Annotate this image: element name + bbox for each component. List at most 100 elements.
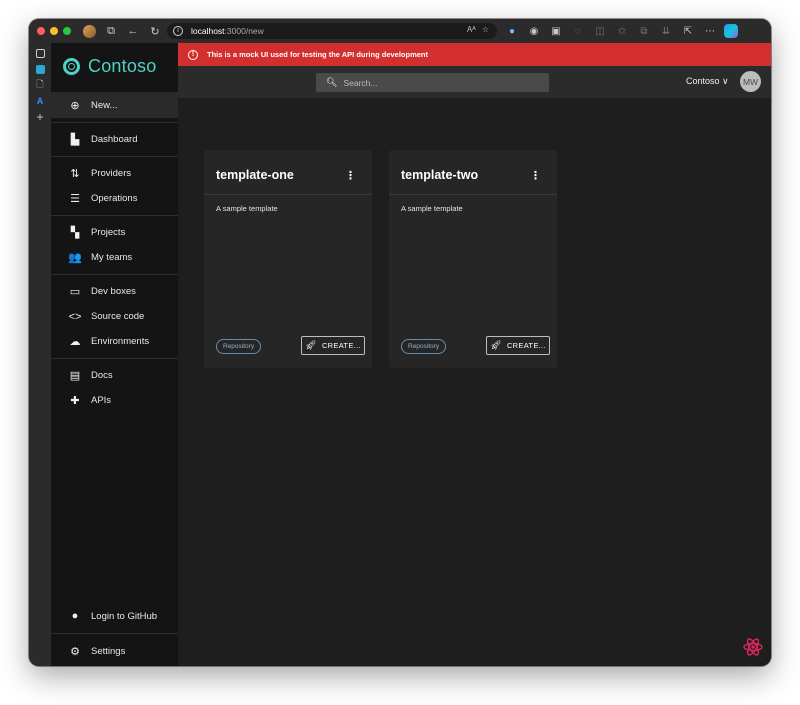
maximize-window-button[interactable] (63, 27, 71, 35)
sidebar-item-apis[interactable]: ✚ APIs (51, 388, 178, 413)
tabs-icon[interactable]: ⧉ (102, 25, 120, 38)
sidebar-item-projects[interactable]: ▚ Projects (51, 220, 178, 245)
browser-window: ⧉ ← ↻ i localhost:3000/new Aᴬ ☆ ● ◉ ▣ ◌ … (29, 19, 771, 666)
sidebar-footer: ● Login to GitHub ⚙ Settings (51, 601, 178, 666)
sidebar-item-label: Providers (91, 168, 132, 179)
address-bar[interactable]: i localhost:3000/new Aᴬ ☆ (167, 23, 497, 39)
create-label: CREATE... (321, 341, 361, 350)
sidebar-item-label: Docs (91, 370, 113, 381)
sidebar-divider (51, 358, 178, 359)
providers-icon: ⇅ (70, 168, 80, 180)
create-label: CREATE... (506, 341, 546, 350)
template-description: A sample template (216, 204, 278, 213)
puzzle-icon: ✚ (70, 395, 80, 407)
share-icon[interactable]: ⇱ (680, 26, 696, 37)
app-topbar: 🔍︎ Search... Contoso ∨ MW (178, 66, 771, 98)
favorite-icon[interactable]: ☆ (482, 25, 489, 34)
rocket-icon: 🚀︎ (490, 340, 502, 350)
sidebar-item-label: My teams (91, 252, 133, 263)
sidebar-item-label: Login to GitHub (91, 610, 158, 622)
profile-icon[interactable] (83, 24, 96, 38)
tab-page[interactable]: 🗋 (29, 77, 51, 93)
sidebar-item-label: Settings (91, 645, 126, 657)
dashboard-icon: ▙ (70, 134, 80, 146)
react-devtools-icon[interactable] (743, 637, 763, 657)
sidebar-divider (51, 215, 178, 216)
sidebar-item-settings[interactable]: ⚙ Settings (51, 636, 178, 666)
main-content: ! This is a mock UI used for testing the… (178, 43, 771, 666)
projects-icon: ▚ (70, 227, 80, 239)
search-input[interactable]: 🔍︎ Search... (316, 73, 549, 92)
browser-titlebar: ⧉ ← ↻ i localhost:3000/new Aᴬ ☆ ● ◉ ▣ ◌ … (29, 19, 771, 43)
create-button[interactable]: 🚀︎ CREATE... (486, 336, 550, 355)
read-aloud-icon[interactable]: Aᴬ (467, 25, 476, 34)
card-divider (389, 194, 557, 195)
sidebar-item-environments[interactable]: ☁ Environments (51, 329, 178, 354)
sidebar-item-dev-boxes[interactable]: ▭ Dev boxes (51, 279, 178, 304)
tag-chip[interactable]: Repository (401, 339, 447, 354)
dev-warning-banner: ! This is a mock UI used for testing the… (178, 43, 771, 66)
checklist-icon: ☰ (70, 193, 80, 205)
tag-chip[interactable]: Repository (216, 339, 262, 354)
sidebar-item-label: Operations (91, 193, 138, 204)
alert-icon: ! (188, 49, 198, 60)
sidebar-item-providers[interactable]: ⇅ Providers (51, 161, 178, 186)
tab-actions-icon[interactable] (29, 45, 51, 61)
sidebar-item-dashboard[interactable]: ▙ Dashboard (51, 127, 178, 152)
sidebar-item-my-teams[interactable]: 👥 My teams (51, 245, 178, 270)
favorites-bar-icon[interactable]: ✩ (614, 26, 630, 37)
sidebar-item-operations[interactable]: ☰ Operations (51, 186, 178, 211)
gear-icon: ⚙ (70, 645, 80, 658)
downloads-icon[interactable]: ⇊ (658, 26, 674, 37)
sidebar-item-label: Projects (91, 227, 126, 238)
avatar[interactable]: MW (740, 71, 761, 92)
tab-contoso[interactable] (29, 61, 51, 77)
more-vert-icon[interactable]: ⋮ (345, 169, 356, 182)
sidebar-item-label: Dashboard (91, 134, 138, 145)
site-info-icon[interactable]: i (173, 26, 183, 36)
create-button[interactable]: 🚀︎ CREATE... (301, 336, 365, 355)
template-title: template-one (216, 168, 294, 182)
brand-logo[interactable]: Contoso (51, 43, 178, 89)
search-icon: 🔍︎ (326, 77, 338, 87)
search-placeholder: Search... (343, 77, 378, 88)
extension-icon[interactable]: ▣ (548, 26, 564, 37)
sidebar-divider (51, 274, 178, 275)
org-switcher[interactable]: Contoso ∨ (686, 76, 729, 87)
rocket-icon: 🚀︎ (305, 340, 317, 350)
sidebar-item-new[interactable]: ⊕ New... (51, 92, 178, 118)
sidebar-divider (51, 633, 178, 634)
close-window-button[interactable] (37, 27, 45, 35)
copilot-icon[interactable] (724, 24, 738, 38)
split-screen-icon[interactable]: ◫ (592, 26, 608, 37)
brand-name: Contoso (88, 55, 157, 76)
sidebar-divider (51, 156, 178, 157)
window-controls (37, 27, 71, 35)
back-icon[interactable]: ← (124, 25, 142, 37)
banner-text: This is a mock UI used for testing the A… (207, 50, 429, 59)
minimize-window-button[interactable] (50, 27, 58, 35)
github-icon: ● (71, 610, 79, 622)
sidebar-item-source-code[interactable]: <> Source code (51, 304, 178, 329)
sidebar-item-label: Environments (91, 336, 150, 347)
template-card: template-one ⋮ A sample template Reposit… (204, 150, 372, 368)
tab-azure[interactable]: A (29, 93, 51, 109)
sidebar-item-login-github[interactable]: ● Login to GitHub (51, 601, 178, 631)
more-icon[interactable]: ⋯ (702, 26, 718, 37)
card-divider (204, 194, 372, 195)
new-tab-button[interactable]: + (29, 109, 51, 125)
more-vert-icon[interactable]: ⋮ (530, 169, 541, 182)
refresh-icon[interactable]: ↻ (146, 25, 164, 38)
sidebar-item-label: Source code (91, 311, 145, 322)
collections-icon[interactable]: ⧉ (636, 26, 652, 37)
toolbar-extensions: ● ◉ ▣ ◌ ◫ ✩ ⧉ ⇊ ⇱ ⋯ (504, 19, 738, 43)
sidebar-item-docs[interactable]: ▤ Docs (51, 363, 178, 388)
template-description: A sample template (401, 204, 463, 213)
extension-icon[interactable]: ● (504, 26, 520, 37)
app-sidebar: Contoso ⊕ New... ▙ Dashboard ⇅ Providers… (51, 43, 178, 666)
people-icon: 👥 (68, 252, 82, 264)
extension-icon[interactable]: ◌ (570, 26, 586, 37)
add-circle-icon: ⊕ (70, 99, 80, 112)
url-path: :3000/new (224, 26, 264, 36)
extension-icon[interactable]: ◉ (526, 26, 542, 37)
